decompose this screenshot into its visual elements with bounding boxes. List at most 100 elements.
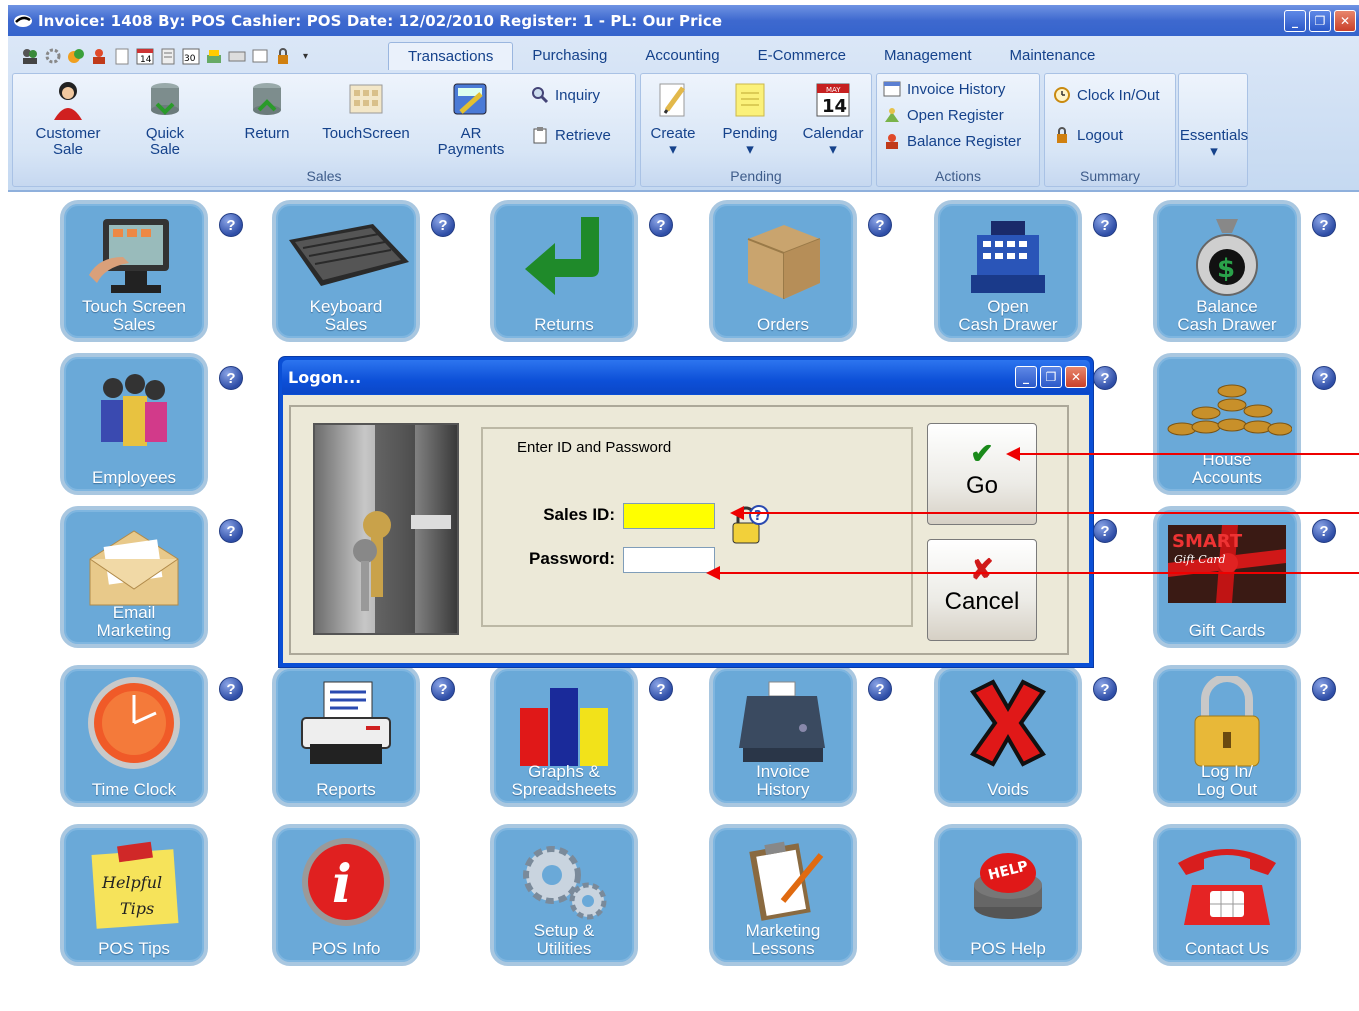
tile-pos-info[interactable]: i POS Info xyxy=(272,824,420,966)
lock-icon[interactable] xyxy=(273,47,292,66)
help-icon[interactable]: ? xyxy=(1312,213,1336,237)
open-register-button[interactable]: Open Register xyxy=(883,106,1004,124)
tile-email-marketing[interactable]: Email Marketing xyxy=(60,506,208,648)
clock-in-out-button[interactable]: Clock In/Out xyxy=(1053,86,1160,104)
svg-text:SMART: SMART xyxy=(1172,531,1243,552)
tab-management[interactable]: Management xyxy=(865,42,991,70)
tab-accounting[interactable]: Accounting xyxy=(626,42,738,70)
inventory-icon[interactable] xyxy=(66,47,85,66)
help-icon[interactable]: ? xyxy=(219,677,243,701)
calendar-button[interactable]: MAY 14 Calendar ▾ xyxy=(797,80,869,158)
help-icon[interactable]: ? xyxy=(431,677,455,701)
tile-time-clock[interactable]: Time Clock xyxy=(60,665,208,807)
tile-returns[interactable]: Returns xyxy=(490,200,638,342)
tile-balance-cash-drawer[interactable]: $ Balance Cash Drawer xyxy=(1153,200,1301,342)
customers-icon[interactable] xyxy=(20,47,39,66)
window-icon[interactable] xyxy=(250,47,269,66)
help-icon[interactable]: ? xyxy=(649,213,673,237)
settings-icon[interactable] xyxy=(43,47,62,66)
cancel-button[interactable]: ✘ Cancel xyxy=(927,539,1037,641)
tab-transactions[interactable]: Transactions xyxy=(388,42,514,70)
tile-touch-screen-sales[interactable]: Touch Screen Sales xyxy=(60,200,208,342)
padlock-icon xyxy=(1053,126,1071,144)
return-button[interactable]: Return xyxy=(227,80,307,142)
gift-card-icon: SMART Gift Card xyxy=(1157,516,1297,612)
dialog-minimize-button[interactable]: _ xyxy=(1015,366,1037,388)
retrieve-button[interactable]: Retrieve xyxy=(531,126,611,144)
dialog-close-button[interactable]: ✕ xyxy=(1065,366,1087,388)
essentials-button[interactable]: Essentials ▾ xyxy=(1179,128,1249,160)
ar-payments-button[interactable]: AR Payments xyxy=(429,80,513,158)
calendar-30-icon[interactable]: 30 xyxy=(181,47,200,66)
sales-id-input[interactable] xyxy=(623,503,715,529)
tile-marketing-lessons[interactable]: Marketing Lessons xyxy=(709,824,857,966)
tab-maintenance[interactable]: Maintenance xyxy=(991,42,1115,70)
tile-gift-cards[interactable]: SMART Gift Card Gift Cards xyxy=(1153,506,1301,648)
cash-register-icon xyxy=(938,210,1078,306)
svg-text:14: 14 xyxy=(140,55,152,65)
clock-icon xyxy=(1053,86,1071,104)
help-icon[interactable]: ? xyxy=(868,213,892,237)
tile-voids[interactable]: Voids xyxy=(934,665,1082,807)
help-icon[interactable]: ? xyxy=(219,519,243,543)
tab-purchasing[interactable]: Purchasing xyxy=(513,42,626,70)
window-title: Invoice: 1408 By: POS Cashier: POS Date:… xyxy=(38,11,723,30)
balance-register-icon xyxy=(883,132,901,150)
help-icon[interactable]: ? xyxy=(1093,677,1117,701)
arrow-head-icon xyxy=(1006,447,1020,461)
tile-employees[interactable]: Employees xyxy=(60,353,208,495)
tile-log-in-out[interactable]: Log In/Log Out xyxy=(1153,665,1301,807)
tile-contact-us[interactable]: Contact Us xyxy=(1153,824,1301,966)
svg-text:Helpful: Helpful xyxy=(101,873,162,892)
help-icon[interactable]: ? xyxy=(1093,213,1117,237)
help-icon[interactable]: ? xyxy=(868,677,892,701)
balance-register-button[interactable]: Balance Register xyxy=(883,132,1021,150)
close-button[interactable]: ✕ xyxy=(1334,9,1356,32)
keyboard-icon[interactable] xyxy=(227,47,246,66)
customer-sale-button[interactable]: Customer Sale xyxy=(23,80,113,158)
help-icon[interactable]: ? xyxy=(649,677,673,701)
pending-button[interactable]: Pending ▾ xyxy=(715,80,785,158)
restore-button[interactable]: ❐ xyxy=(1309,9,1331,32)
invoice-history-button[interactable]: Invoice History xyxy=(883,80,1005,98)
quick-access-toolbar: 14 30 ▾ xyxy=(20,42,315,70)
create-button[interactable]: Create ▾ xyxy=(645,80,701,158)
tile-setup-utilities[interactable]: Setup & Utilities xyxy=(490,824,638,966)
tile-reports[interactable]: Reports xyxy=(272,665,420,807)
help-icon[interactable]: ? xyxy=(1312,519,1336,543)
tile-graphs-spreadsheets[interactable]: Graphs & Spreadsheets xyxy=(490,665,638,807)
quick-sale-button[interactable]: Quick Sale xyxy=(125,80,205,158)
group-label-pending: Pending xyxy=(730,168,782,184)
database-icon xyxy=(145,80,185,120)
help-icon[interactable]: ? xyxy=(219,213,243,237)
go-button[interactable]: ✔ Go xyxy=(927,423,1037,525)
logout-button[interactable]: Logout xyxy=(1053,126,1123,144)
help-icon[interactable]: ? xyxy=(1093,519,1117,543)
gears-icon xyxy=(494,834,634,930)
tile-keyboard-sales[interactable]: Keyboard Sales xyxy=(272,200,420,342)
touchscreen-button[interactable]: TouchScreen xyxy=(313,80,419,142)
tile-pos-tips[interactable]: Helpful Tips POS Tips xyxy=(60,824,208,966)
password-input[interactable] xyxy=(623,547,715,573)
tile-orders[interactable]: Orders xyxy=(709,200,857,342)
user-icon[interactable] xyxy=(89,47,108,66)
minimize-button[interactable]: _ xyxy=(1284,9,1306,32)
help-icon[interactable]: ? xyxy=(431,213,455,237)
help-icon[interactable]: ? xyxy=(1312,677,1336,701)
notepad-icon[interactable] xyxy=(158,47,177,66)
tile-open-cash-drawer[interactable]: Open Cash Drawer xyxy=(934,200,1082,342)
help-icon[interactable]: ? xyxy=(1312,366,1336,390)
inquiry-button[interactable]: Inquiry xyxy=(531,86,600,104)
arrow-head-icon xyxy=(730,506,744,520)
help-icon[interactable]: ? xyxy=(1093,366,1117,390)
tab-e-commerce[interactable]: E-Commerce xyxy=(739,42,865,70)
register-icon[interactable] xyxy=(204,47,223,66)
help-icon[interactable]: ? xyxy=(219,366,243,390)
tile-pos-help[interactable]: HELP POS Help xyxy=(934,824,1082,966)
dialog-maximize-button[interactable]: ❐ xyxy=(1040,366,1062,388)
tile-invoice-history[interactable]: Invoice History xyxy=(709,665,857,807)
calendar-14-icon[interactable]: 14 xyxy=(135,47,154,66)
customize-dropdown-icon[interactable]: ▾ xyxy=(296,47,315,66)
tile-house-accounts[interactable]: House Accounts xyxy=(1153,353,1301,495)
document-icon[interactable] xyxy=(112,47,131,66)
